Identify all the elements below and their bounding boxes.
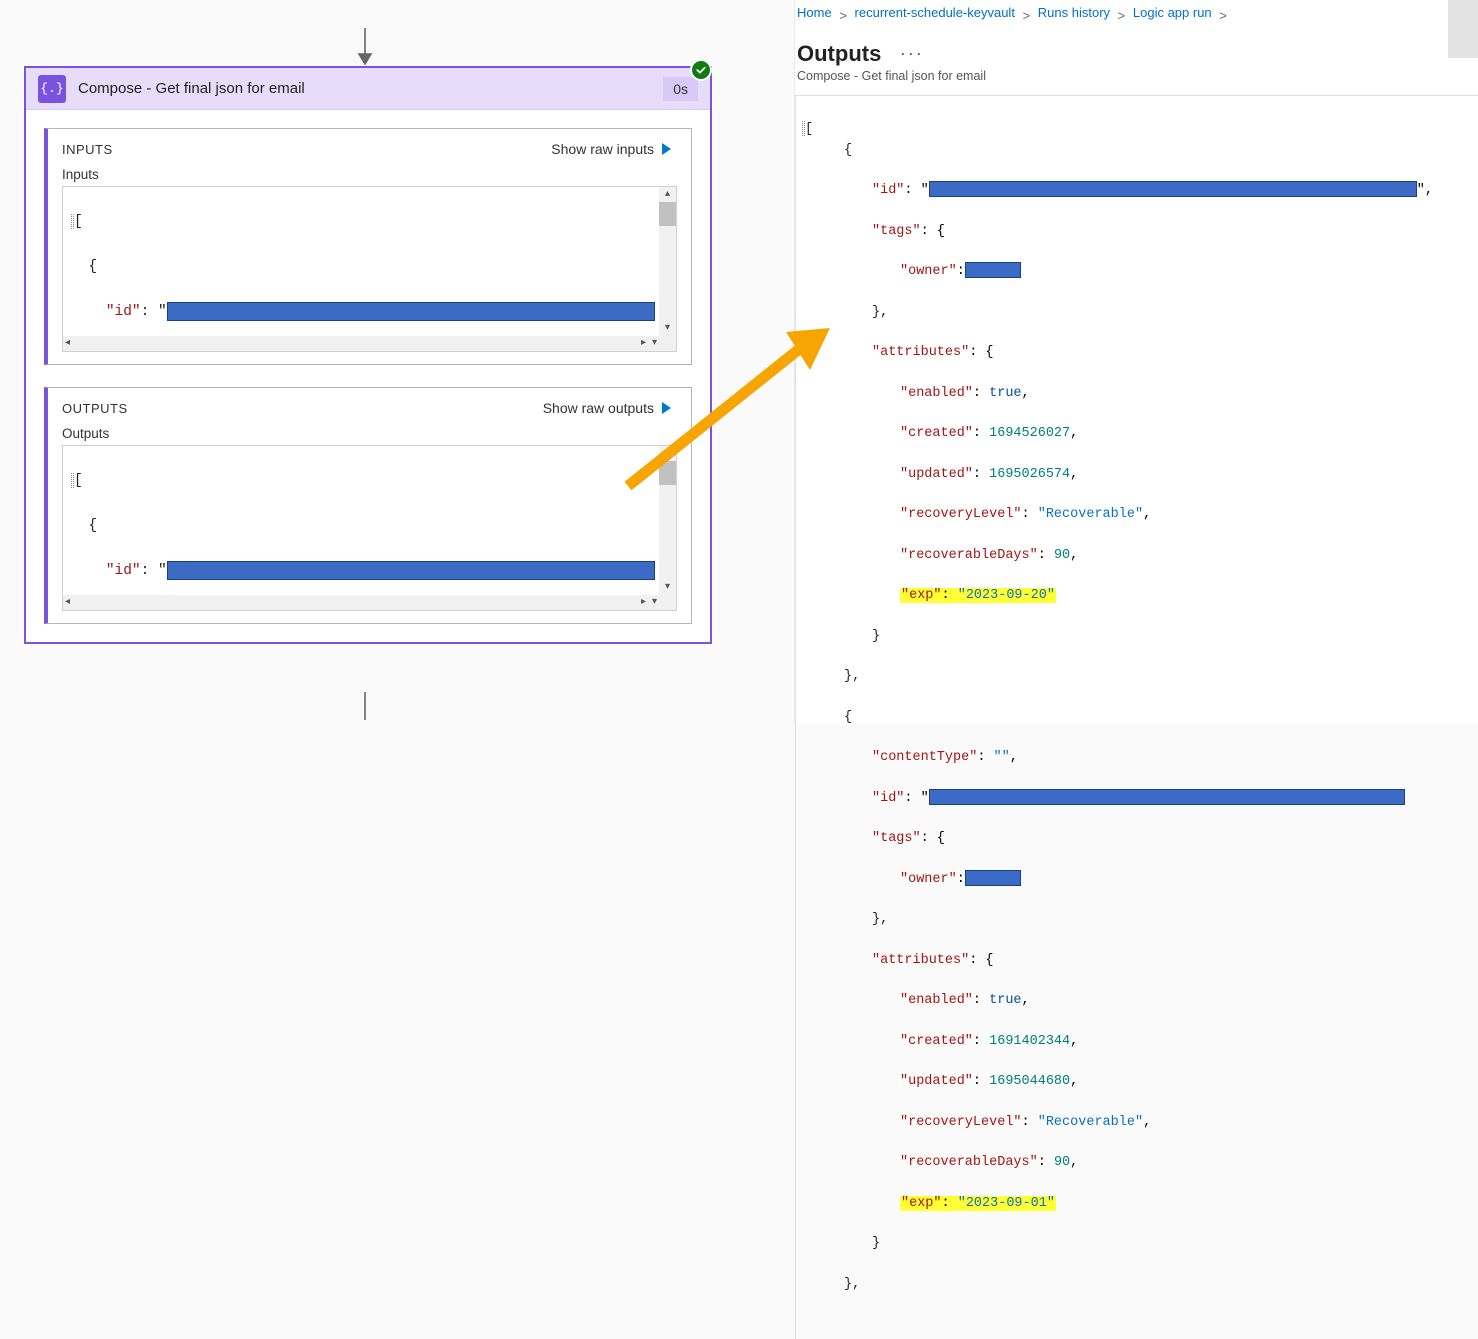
crumb-logicapprun[interactable]: Logic app run: [1133, 5, 1212, 20]
card-title: Compose - Get final json for email: [78, 80, 305, 97]
json-key-updated: "updated": [900, 1074, 973, 1089]
json-bracket: [: [74, 214, 83, 230]
redacted-id: [929, 181, 1417, 197]
horizontal-scrollbar[interactable]: ◂▸ ▾: [63, 336, 659, 351]
json-val-recdays: 90: [1054, 1155, 1070, 1170]
json-close: },: [872, 305, 888, 320]
breadcrumb: Home > recurrent-schedule-keyvault > Run…: [795, 0, 1478, 23]
compose-action-card: {.} Compose - Get final json for email 0…: [24, 66, 712, 644]
json-key-owner: "owner": [900, 264, 957, 279]
chevron-right-icon: [662, 402, 671, 414]
json-close: },: [844, 669, 860, 684]
json-key-tags: "tags": [872, 831, 921, 846]
json-val-recdays: 90: [1054, 548, 1070, 563]
json-brace: {: [88, 259, 97, 275]
crumb-home[interactable]: Home: [797, 5, 832, 20]
outputs-subhead: Outputs: [62, 426, 677, 441]
json-key-attributes: "attributes": [872, 345, 969, 360]
json-key-contenttype: "contentType": [872, 750, 977, 765]
json-bracket: [: [74, 473, 83, 489]
inputs-code-box[interactable]: [ { "id": " "tags": { "owner": }, "attri…: [62, 186, 677, 352]
json-val-created: 1691402344: [989, 1034, 1070, 1049]
crumb-runs[interactable]: Runs history: [1038, 5, 1110, 20]
json-brace: {: [88, 518, 97, 534]
json-brace: {: [844, 710, 852, 725]
inputs-subhead: Inputs: [62, 167, 677, 182]
outputs-blade: Home > recurrent-schedule-keyvault > Run…: [794, 0, 1478, 724]
page-edge: [1448, 0, 1478, 58]
redacted-owner: [965, 870, 1021, 886]
json-key-enabled: "enabled": [900, 993, 973, 1008]
json-key-owner: "owner": [900, 872, 957, 887]
json-val-reclevel: "Recoverable": [1038, 507, 1143, 522]
json-key-reclevel: "recoveryLevel": [900, 1115, 1022, 1130]
show-raw-inputs-link[interactable]: Show raw inputs: [551, 141, 677, 157]
json-val-created: 1694526027: [989, 426, 1070, 441]
json-key-updated: "updated": [900, 467, 973, 482]
redacted-id: [929, 789, 1405, 805]
compose-icon: {.}: [38, 75, 66, 103]
outputs-code-box[interactable]: [ { "id": " "tags": { "owner": }, "attri…: [62, 445, 677, 611]
vertical-scrollbar[interactable]: ▴ ▾: [659, 446, 676, 595]
json-close-inner: }: [872, 629, 880, 644]
json-key-recdays: "recoverableDays": [900, 548, 1038, 563]
json-key-exp: "exp": [901, 588, 942, 603]
json-key-exp: "exp": [901, 1196, 942, 1211]
json-key-created: "created": [900, 426, 973, 441]
json-val-contenttype: "": [994, 750, 1010, 765]
json-val-updated: 1695044680: [989, 1074, 1070, 1089]
show-raw-inputs-label: Show raw inputs: [551, 141, 654, 157]
json-key-id: "id": [106, 563, 141, 579]
show-raw-outputs-link[interactable]: Show raw outputs: [543, 400, 677, 416]
vertical-scrollbar[interactable]: ▴ ▾: [659, 187, 676, 336]
json-key-id: "id": [872, 183, 904, 198]
redacted-id: [167, 561, 655, 580]
redacted-owner: [965, 262, 1021, 278]
json-key-attributes: "attributes": [872, 953, 969, 968]
json-key-created: "created": [900, 1034, 973, 1049]
json-key-recdays: "recoverableDays": [900, 1155, 1038, 1170]
horizontal-scrollbar[interactable]: ◂▸ ▾: [63, 595, 659, 610]
outputs-heading: OUTPUTS: [62, 401, 128, 416]
card-body: INPUTS Show raw inputs Inputs [ { "id": …: [26, 110, 710, 642]
json-open: [: [805, 122, 813, 137]
execution-time: 0s: [663, 77, 698, 101]
json-val-enabled: true: [989, 386, 1021, 401]
flow-arrow-top: [356, 28, 374, 66]
page-title: Outputs: [795, 23, 883, 69]
json-val-reclevel: "Recoverable": [1038, 1115, 1143, 1130]
outputs-json[interactable]: [ { "id": "", "tags": { "owner": }, "att…: [795, 95, 1478, 1339]
json-key-tags: "tags": [872, 224, 921, 239]
page-subtitle: Compose - Get final json for email: [795, 69, 1478, 95]
crumb-keyvault[interactable]: recurrent-schedule-keyvault: [855, 5, 1015, 20]
inputs-section: INPUTS Show raw inputs Inputs [ { "id": …: [44, 128, 692, 365]
json-key-id: "id": [872, 791, 904, 806]
json-close: },: [872, 912, 888, 927]
outputs-section: OUTPUTS Show raw outputs Outputs [ { "id…: [44, 387, 692, 624]
chevron-right-icon: [662, 143, 671, 155]
scroll-thumb[interactable]: [659, 461, 676, 485]
json-key-enabled: "enabled": [900, 386, 973, 401]
json-val-enabled: true: [989, 993, 1021, 1008]
scroll-thumb[interactable]: [659, 202, 676, 226]
json-close: },: [844, 1277, 860, 1292]
json-key-reclevel: "recoveryLevel": [900, 507, 1022, 522]
json-val-exp: "2023-09-20": [958, 588, 1055, 603]
redacted-id: [167, 302, 655, 321]
show-raw-outputs-label: Show raw outputs: [543, 400, 654, 416]
json-close-inner: }: [872, 1236, 880, 1251]
card-header[interactable]: {.} Compose - Get final json for email 0…: [26, 68, 710, 110]
flow-arrow-bottom: [356, 692, 374, 720]
more-options-button[interactable]: ···: [900, 43, 924, 64]
success-badge-icon: [690, 59, 712, 81]
json-val-exp: "2023-09-01": [958, 1196, 1055, 1211]
json-key-id: "id": [106, 304, 141, 320]
json-val-updated: 1695026574: [989, 467, 1070, 482]
json-brace: {: [844, 143, 852, 158]
inputs-heading: INPUTS: [62, 142, 113, 157]
